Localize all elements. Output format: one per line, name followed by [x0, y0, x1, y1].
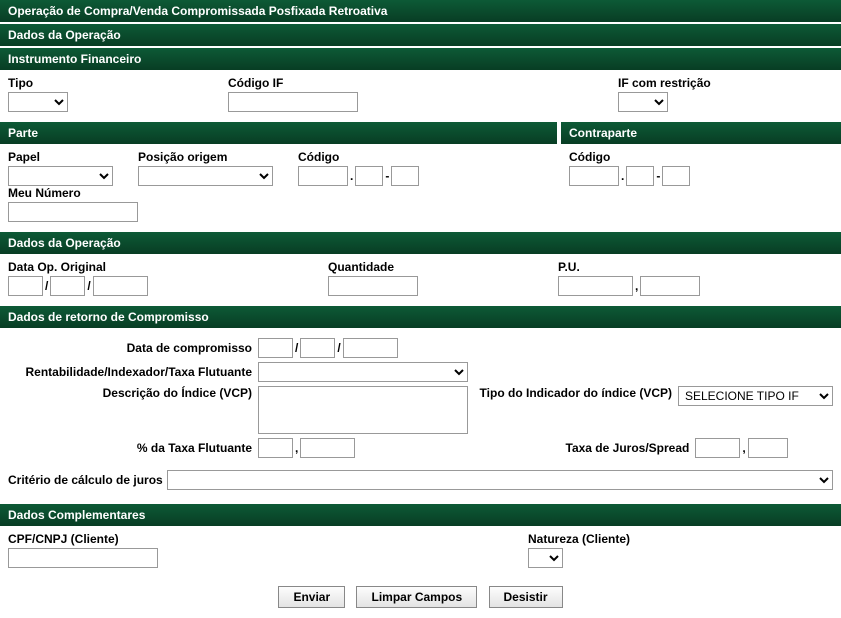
- select-papel[interactable]: [8, 166, 113, 186]
- label-if-restricao: IF com restrição: [618, 76, 711, 90]
- textarea-descricao-vcp[interactable]: [258, 386, 468, 434]
- section-dados-complementares: Dados Complementares: [0, 504, 841, 526]
- input-pct-taxa-dec[interactable]: [300, 438, 355, 458]
- select-if-restricao[interactable]: [618, 92, 668, 112]
- input-data-compromisso-d[interactable]: [258, 338, 293, 358]
- label-cpf-cnpj: CPF/CNPJ (Cliente): [8, 532, 508, 546]
- sep-comma: ,: [635, 279, 638, 293]
- input-parte-codigo-1[interactable]: [298, 166, 348, 186]
- select-tipo-indicador-vcp[interactable]: SELECIONE TIPO IF: [678, 386, 833, 406]
- sep-dash: -: [385, 169, 389, 183]
- input-data-compromisso-y[interactable]: [343, 338, 398, 358]
- label-descricao-vcp: Descrição do Índice (VCP): [8, 386, 258, 400]
- title-bar: Operação de Compra/Venda Compromissada P…: [0, 0, 841, 22]
- input-pu-int[interactable]: [558, 276, 633, 296]
- sep-dash: -: [656, 169, 660, 183]
- select-posicao-origem[interactable]: [138, 166, 273, 186]
- label-taxa-juros-spread: Taxa de Juros/Spread: [355, 441, 695, 455]
- input-taxa-juros-dec[interactable]: [748, 438, 788, 458]
- label-data-original: Data Op. Original: [8, 260, 308, 274]
- input-data-compromisso-m[interactable]: [300, 338, 335, 358]
- enviar-button[interactable]: Enviar: [278, 586, 345, 608]
- input-parte-codigo-3[interactable]: [391, 166, 419, 186]
- label-tipo-indicador-vcp: Tipo do Indicador do índice (VCP): [468, 386, 678, 400]
- input-parte-codigo-2[interactable]: [355, 166, 383, 186]
- input-contraparte-codigo-2[interactable]: [626, 166, 654, 186]
- input-data-original-y[interactable]: [93, 276, 148, 296]
- section-contraparte: Contraparte: [561, 122, 841, 144]
- section-parte: Parte: [0, 122, 557, 144]
- label-posicao-origem: Posição origem: [138, 150, 278, 164]
- select-tipo[interactable]: [8, 92, 68, 112]
- label-natureza: Natureza (Cliente): [528, 532, 630, 546]
- label-papel: Papel: [8, 150, 118, 164]
- input-data-original-m[interactable]: [50, 276, 85, 296]
- input-pu-dec[interactable]: [640, 276, 700, 296]
- input-data-original-d[interactable]: [8, 276, 43, 296]
- label-meu-numero: Meu Número: [8, 186, 138, 200]
- section-instrumento-financeiro: Instrumento Financeiro: [0, 48, 841, 70]
- label-quantidade: Quantidade: [328, 260, 538, 274]
- sep-slash: /: [45, 279, 48, 293]
- sep-dot: .: [350, 169, 353, 183]
- label-criterio-calculo: Critério de cálculo de juros: [8, 473, 167, 487]
- label-pct-taxa-flutuante: % da Taxa Flutuante: [8, 441, 258, 455]
- label-pu: P.U.: [558, 260, 700, 274]
- input-pct-taxa-int[interactable]: [258, 438, 293, 458]
- input-cpf-cnpj[interactable]: [8, 548, 158, 568]
- input-codigo-if[interactable]: [228, 92, 358, 112]
- section-retorno-compromisso: Dados de retorno de Compromisso: [0, 306, 841, 328]
- sep-slash: /: [337, 341, 340, 355]
- section-dados-operacao-1: Dados da Operação: [0, 24, 841, 46]
- section-dados-operacao-2: Dados da Operação: [0, 232, 841, 254]
- label-contraparte-codigo: Código: [569, 150, 813, 164]
- input-quantidade[interactable]: [328, 276, 418, 296]
- sep-slash: /: [87, 279, 90, 293]
- label-data-compromisso: Data de compromisso: [8, 341, 258, 355]
- sep-comma: ,: [295, 441, 298, 455]
- label-tipo: Tipo: [8, 76, 208, 90]
- desistir-button[interactable]: Desistir: [489, 586, 563, 608]
- sep-comma: ,: [742, 441, 745, 455]
- input-contraparte-codigo-1[interactable]: [569, 166, 619, 186]
- label-codigo-if: Código IF: [228, 76, 598, 90]
- select-criterio-calculo[interactable]: [167, 470, 833, 490]
- sep-slash: /: [295, 341, 298, 355]
- input-meu-numero[interactable]: [8, 202, 138, 222]
- input-taxa-juros-int[interactable]: [695, 438, 740, 458]
- label-parte-codigo: Código: [298, 150, 438, 164]
- input-contraparte-codigo-3[interactable]: [662, 166, 690, 186]
- sep-dot: .: [621, 169, 624, 183]
- select-natureza[interactable]: [528, 548, 563, 568]
- label-rentabilidade: Rentabilidade/Indexador/Taxa Flutuante: [8, 365, 258, 379]
- select-rentabilidade[interactable]: [258, 362, 468, 382]
- limpar-campos-button[interactable]: Limpar Campos: [356, 586, 477, 608]
